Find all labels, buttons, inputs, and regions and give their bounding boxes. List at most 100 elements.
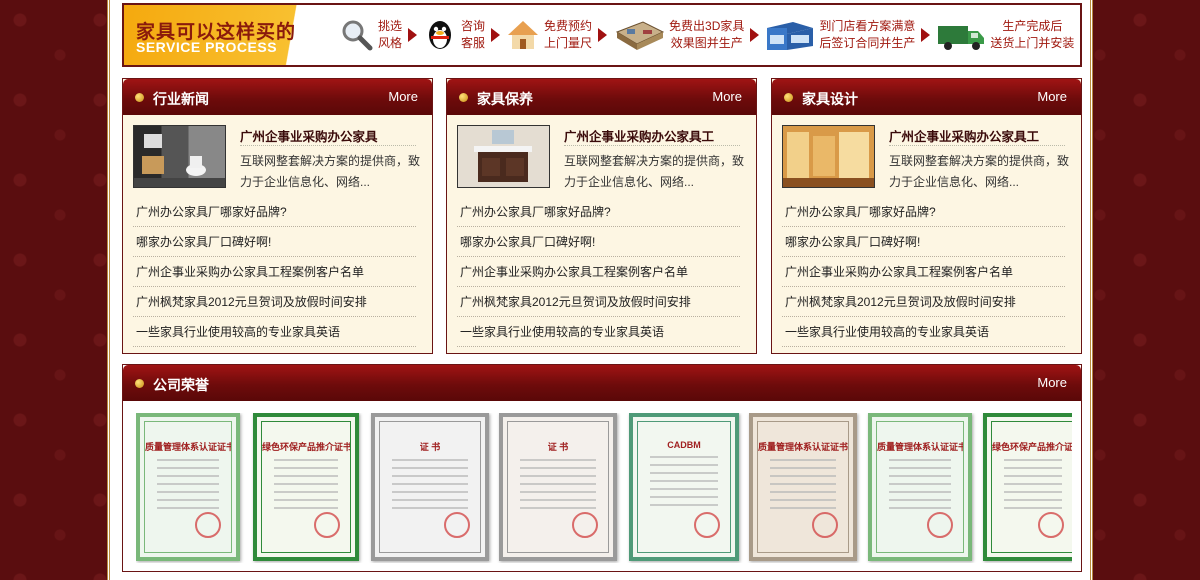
bathroom-photo-icon[interactable]: [133, 125, 226, 188]
certificate-text-line: [520, 459, 596, 461]
feature-title[interactable]: 广州企事业采购办公家具工: [564, 126, 744, 145]
certificate-text-line: [889, 483, 951, 485]
service-process-label: 家具可以这样买的 SERVICE PROCESS: [124, 5, 334, 65]
certificate-icon: 绿色环保产品推介证书: [991, 421, 1072, 553]
certificate-text-line: [770, 459, 836, 461]
certificate-gallery: 质量管理体系认证证书 绿色环保产品推介证书 证 书 证 书 CADBM 质量管理体系认证证…: [136, 413, 1072, 563]
list-item[interactable]: 哪家办公家具厂口碑好啊!: [457, 227, 740, 257]
certificate-image[interactable]: 证 书: [371, 413, 489, 561]
magnifier-icon: [340, 18, 374, 52]
certificate-text-line: [1004, 459, 1062, 461]
feature-title[interactable]: 广州企事业采购办公家具: [240, 126, 420, 145]
certificate-icon: 绿色环保产品推介证书: [261, 421, 351, 553]
arrow-icon: [408, 28, 418, 42]
list-item[interactable]: 哪家办公家具厂口碑好啊!: [133, 227, 416, 257]
more-link[interactable]: More: [1037, 375, 1067, 390]
industry-news-panel: 行业新闻 More 广州企事业采购办公家具 互联网整套解决方案的提供商，致力于企…: [122, 78, 433, 354]
feature-description: 互联网整套解决方案的提供商，致力于企业信息化、网络...: [564, 154, 745, 189]
certificate-text-line: [274, 507, 338, 509]
list-item[interactable]: 哪家办公家具厂口碑好啊!: [782, 227, 1065, 257]
certificate-text-line: [650, 456, 718, 458]
list-item[interactable]: 一些家具行业使用较高的专业家具英语: [133, 317, 416, 347]
certificate-text-line: [650, 464, 718, 466]
divider: [889, 145, 1065, 146]
list-item[interactable]: 一些家具行业使用较高的专业家具英语: [457, 317, 740, 347]
qq-penguin-icon: [423, 18, 457, 52]
list-item[interactable]: 广州办公家具厂哪家好品牌?: [782, 197, 1065, 227]
vanity-cabinet-photo-icon[interactable]: [457, 125, 550, 188]
list-item[interactable]: 广州枫梵家具2012元旦贺词及放假时间安排: [782, 287, 1065, 317]
certificate-text-line: [650, 480, 718, 482]
bullet-dot-icon: [135, 379, 144, 388]
seal-icon: [314, 512, 340, 538]
certificate-text-line: [157, 491, 219, 493]
list-item[interactable]: 广州办公家具厂哪家好品牌?: [133, 197, 416, 227]
bullet-dot-icon: [784, 93, 793, 102]
certificate-icon: 证 书: [379, 421, 481, 553]
certificate-text-line: [392, 499, 468, 501]
panel-header: 家具保养 More: [447, 79, 756, 115]
certificate-text-line: [770, 491, 836, 493]
certificate-text-line: [770, 467, 836, 469]
list-item[interactable]: 广州企事业采购办公家具工程案例客户名单: [133, 257, 416, 287]
feature-article[interactable]: 广州企事业采购办公家具工 互联网整套解决方案的提供商，致力于企业信息化、网络..…: [782, 125, 1071, 191]
certificate-text-line: [1004, 507, 1062, 509]
certificate-text-line: [392, 459, 468, 461]
certificate-image[interactable]: 证 书: [499, 413, 617, 561]
more-link[interactable]: More: [712, 89, 742, 104]
certificate-image[interactable]: CADBM: [629, 413, 739, 561]
list-item[interactable]: 广州办公家具厂哪家好品牌?: [457, 197, 740, 227]
certificate-text-line: [157, 475, 219, 477]
certificate-text-line: [392, 507, 468, 509]
panel-title: 家具设计: [802, 91, 858, 107]
arrow-icon: [921, 28, 931, 42]
step-line1: 到门店看方案满意: [819, 19, 916, 33]
certificate-text-line: [889, 499, 951, 501]
certificate-text-line: [274, 483, 338, 485]
list-item[interactable]: 广州企事业采购办公家具工程案例客户名单: [457, 257, 740, 287]
panel-title: 行业新闻: [153, 91, 209, 107]
certificate-text-line: [889, 467, 951, 469]
certificate-image[interactable]: 质量管理体系认证证书: [868, 413, 972, 561]
seal-icon: [812, 512, 838, 538]
certificate-text-line: [157, 483, 219, 485]
step-consult: 咨询 客服: [423, 18, 485, 52]
news-list: 广州办公家具厂哪家好品牌? 哪家办公家具厂口碑好啊! 广州企事业采购办公家具工程…: [133, 197, 416, 347]
storefront-icon: [765, 18, 815, 52]
step-line2: 效果图并生产: [670, 36, 743, 50]
arrow-icon: [750, 28, 760, 42]
certificate-image[interactable]: 绿色环保产品推介证书: [253, 413, 359, 561]
certificate-text-line: [520, 483, 596, 485]
certificate-text-line: [1004, 475, 1062, 477]
feature-title[interactable]: 广州企事业采购办公家具工: [889, 126, 1069, 145]
more-link[interactable]: More: [1037, 89, 1067, 104]
arrow-icon: [598, 28, 608, 42]
certificate-text-line: [770, 483, 836, 485]
certificate-icon: CADBM: [637, 421, 731, 553]
certificate-text-line: [650, 496, 718, 498]
feature-article[interactable]: 广州企事业采购办公家具 互联网整套解决方案的提供商，致力于企业信息化、网络...: [133, 125, 422, 191]
more-link[interactable]: More: [388, 89, 418, 104]
certificate-image[interactable]: 质量管理体系认证证书: [136, 413, 240, 561]
list-item[interactable]: 一些家具行业使用较高的专业家具英语: [782, 317, 1065, 347]
certificate-image[interactable]: 质量管理体系认证证书: [749, 413, 857, 561]
certificate-text-line: [520, 475, 596, 477]
seal-icon: [444, 512, 470, 538]
list-item[interactable]: 广州企事业采购办公家具工程案例客户名单: [782, 257, 1065, 287]
certificate-text-line: [1004, 499, 1062, 501]
list-item[interactable]: 广州枫梵家具2012元旦贺词及放假时间安排: [133, 287, 416, 317]
panel-header: 家具设计 More: [772, 79, 1081, 115]
panel-title: 公司荣誉: [153, 377, 209, 393]
divider: [564, 145, 740, 146]
certificate-text-line: [520, 491, 596, 493]
furniture-showroom-photo-icon[interactable]: [782, 125, 875, 188]
list-item[interactable]: 广州枫梵家具2012元旦贺词及放假时间安排: [457, 287, 740, 317]
panel-title: 家具保养: [477, 91, 533, 107]
feature-article[interactable]: 广州企事业采购办公家具工 互联网整套解决方案的提供商，致力于企业信息化、网络..…: [457, 125, 746, 191]
certificate-image[interactable]: 绿色环保产品推介证书: [983, 413, 1072, 561]
seal-icon: [195, 512, 221, 538]
step-line1: 生产完成后: [1002, 19, 1063, 33]
furniture-care-panel: 家具保养 More 广州企事业采购办公家具工 互联网整套解决方案的提供商，致力于…: [446, 78, 757, 354]
certificate-heading: 质量管理体系认证证书: [877, 442, 963, 452]
certificate-text-line: [157, 499, 219, 501]
